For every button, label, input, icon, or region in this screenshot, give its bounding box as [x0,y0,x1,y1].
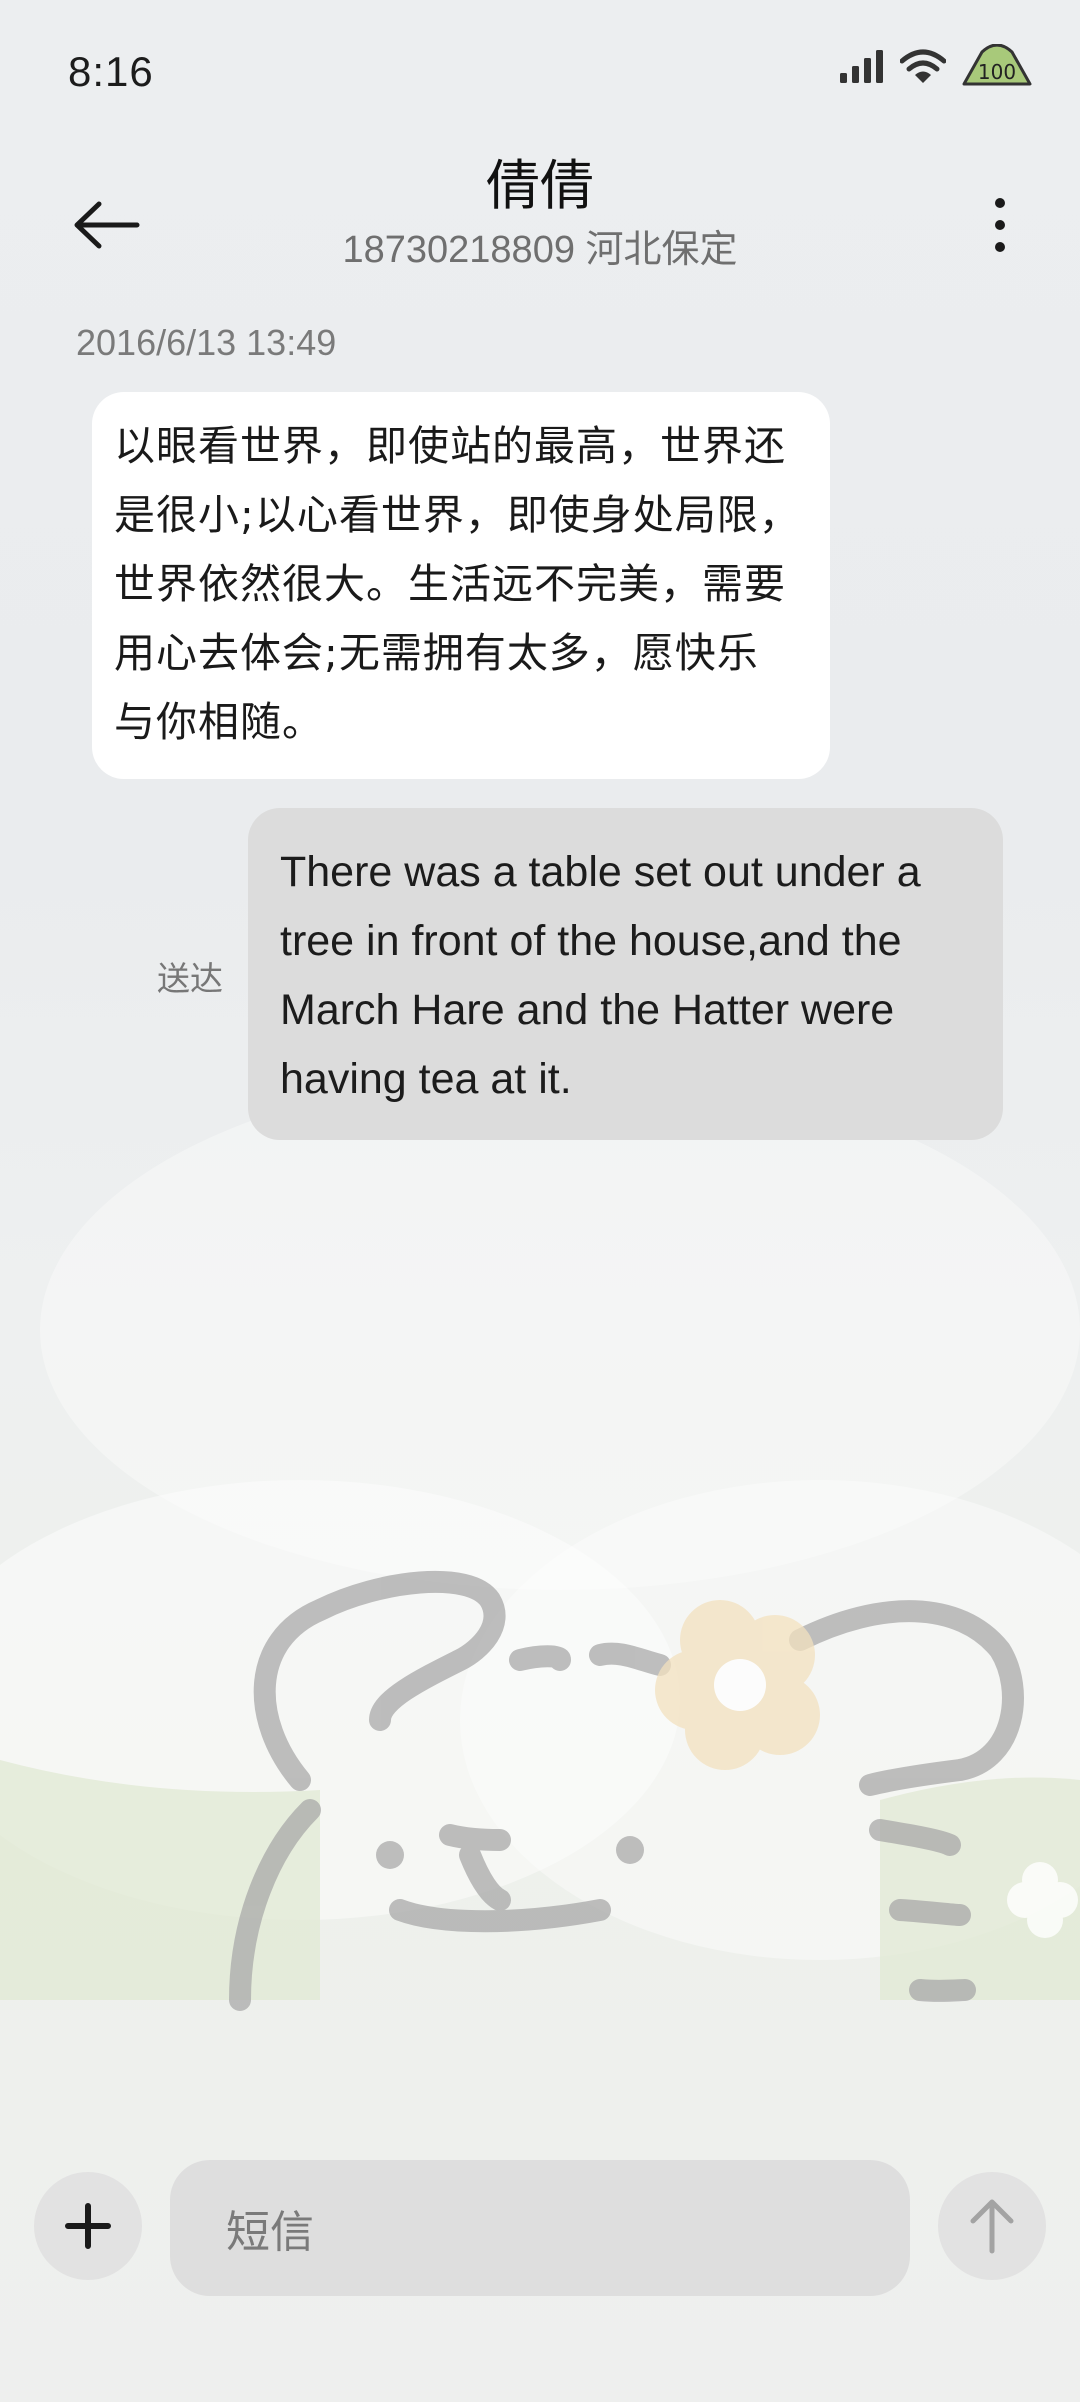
contact-title: 倩倩 18730218809 河北保定 [240,150,840,276]
signal-icon [840,50,883,83]
message-line: 用心去体会;无需拥有太多，愿快乐 [114,629,759,677]
message-line: There was a table set out under a [280,848,921,896]
message-line: 是很小;以心看世界，即使身处局限， [114,491,801,539]
contact-number-location: 18730218809 河北保定 [342,229,738,271]
wifi-icon [900,49,946,83]
add-attachment-button[interactable] [34,2172,142,2280]
contact-name: 倩倩 [486,156,594,216]
status-icons: 100 [838,44,1034,90]
incoming-message-bubble[interactable]: 以眼看世界，即使站的最高，世界还 是很小;以心看世界，即使身处局限， 世界依然很… [92,392,830,779]
status-time: 8:16 [68,48,154,95]
back-arrow-icon [74,201,140,249]
message-line: 与你相随。 [114,698,324,746]
message-line: March Hare and the Hatter were [280,986,895,1034]
message-line: 世界依然很大。生活远不完美，需要 [114,560,786,608]
delivery-status: 送达 [157,960,223,997]
status-bar: 8:16 100 [0,0,1080,150]
send-arrow-icon [970,2199,1014,2254]
message-line: 以眼看世界，即使站的最高，世界还 [114,422,786,470]
battery-icon: 100 [962,44,1032,86]
more-vertical-icon [995,198,1005,252]
message-line: tree in front of the house,and the [280,917,902,965]
battery-level: 100 [978,60,1016,84]
message-timestamp: 2016/6/13 13:49 [76,322,337,363]
conversation-header: 倩倩 18730218809 河北保定 [0,150,1080,280]
back-button[interactable] [62,180,152,270]
plus-icon [65,2203,111,2249]
outgoing-message-bubble[interactable]: There was a table set out under a tree i… [248,808,1003,1140]
message-input[interactable]: 短信 [170,2160,910,2296]
send-button[interactable] [938,2172,1046,2280]
message-line: having tea at it. [280,1055,572,1103]
more-options-button[interactable] [960,180,1040,270]
